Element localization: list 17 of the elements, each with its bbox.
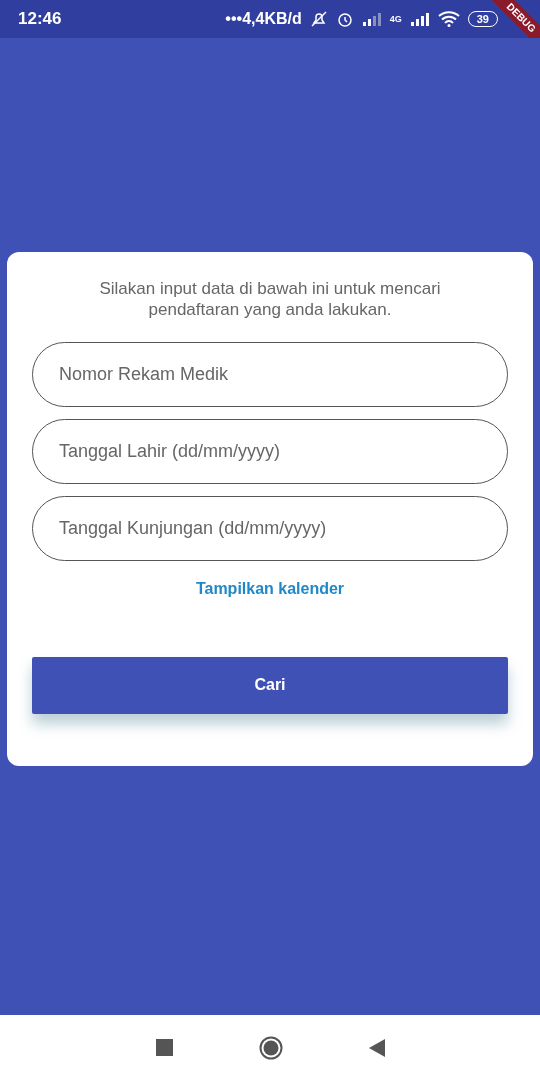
- show-calendar-link[interactable]: Tampilkan kalender: [195, 579, 345, 597]
- network-type: 4G: [389, 13, 402, 26]
- search-button[interactable]: Cari: [32, 656, 508, 714]
- alarm-icon: [335, 10, 354, 28]
- signal-icon: [409, 11, 430, 27]
- back-icon[interactable]: [368, 1038, 385, 1057]
- input-field[interactable]: Tanggal Kunjungan (dd/mm/yyyy): [32, 495, 508, 561]
- recents-icon[interactable]: [155, 1039, 173, 1056]
- signal-icon: [361, 11, 382, 27]
- input-field[interactable]: Tanggal Lahir (dd/mm/yyyy): [32, 418, 508, 484]
- instruction-text: Silakan input data di bawah ini untuk mencari pendaftaran yang anda lakukan.: [98, 277, 442, 320]
- bell-off-icon: [309, 10, 328, 28]
- wifi-icon: [437, 11, 460, 27]
- home-icon[interactable]: [258, 1035, 283, 1060]
- clock-time: 12:46: [18, 8, 62, 31]
- network-speed: •••4,4KB/d: [225, 9, 302, 29]
- input-field[interactable]: Nomor Rekam Medik: [32, 341, 508, 407]
